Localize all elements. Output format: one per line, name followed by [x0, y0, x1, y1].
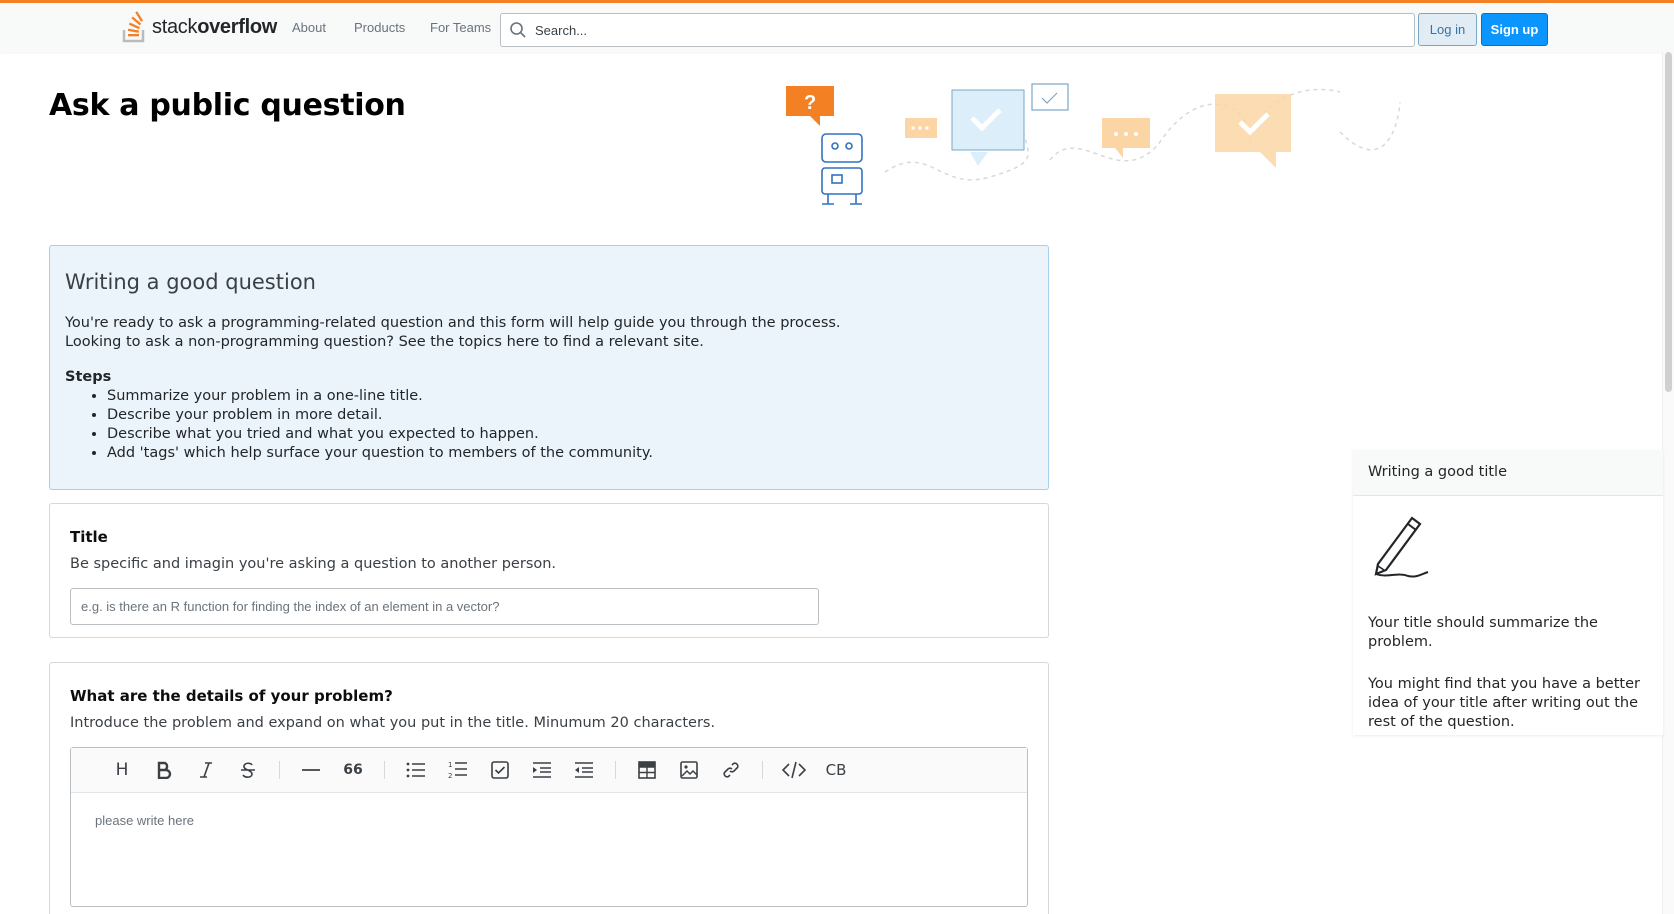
heading-button[interactable]: H: [101, 754, 143, 786]
search-icon: [510, 22, 526, 38]
title-label: Title: [70, 528, 108, 546]
steps-list: Summarize your problem in a one-line tit…: [107, 387, 1033, 463]
svg-text:?: ?: [804, 92, 816, 114]
table-icon: [638, 761, 656, 779]
horizontal-rule-button[interactable]: [290, 754, 332, 786]
bold-icon: [157, 761, 172, 779]
robot-chat-illustration: ?: [786, 83, 1401, 205]
svg-text:1: 1: [448, 761, 452, 769]
indent-icon: [533, 762, 551, 778]
code-button[interactable]: [773, 754, 815, 786]
numbered-list-button[interactable]: 12: [437, 754, 479, 786]
sidebar-body: Your title should summarize the problem.…: [1353, 496, 1663, 773]
title-description: Be specific and imagin you're asking a q…: [70, 556, 557, 572]
checklist-button[interactable]: [479, 754, 521, 786]
heading-icon: H: [115, 760, 129, 780]
bold-button[interactable]: [143, 754, 185, 786]
guide-heading: Writing a good question: [65, 270, 316, 294]
toolbar-divider: [615, 761, 616, 779]
editor-textarea[interactable]: please write here: [71, 793, 1027, 848]
toolbar-divider: [762, 761, 763, 779]
codeblock-button[interactable]: CB: [815, 754, 857, 786]
strikethrough-button[interactable]: [227, 754, 269, 786]
stack-logo-icon: [122, 11, 145, 43]
list-item: Describe your problem in more detail.: [107, 406, 1033, 425]
quote-button[interactable]: 66: [332, 754, 374, 786]
sidebar-heading: Writing a good title: [1353, 450, 1663, 496]
numbered-list-icon: 12: [448, 761, 467, 780]
table-button[interactable]: [626, 754, 668, 786]
markdown-editor: H 66 12 CB please write here: [70, 747, 1028, 907]
italic-button[interactable]: [185, 754, 227, 786]
pencil-icon: [1374, 516, 1429, 578]
login-button[interactable]: Log in: [1418, 13, 1477, 46]
page-title: Ask a public question: [49, 88, 406, 123]
signup-button[interactable]: Sign up: [1481, 13, 1548, 46]
outdent-icon: [575, 762, 593, 778]
sidebar-text-1: Your title should summarize the problem.: [1368, 615, 1598, 650]
image-icon: [680, 761, 698, 779]
link-button[interactable]: [710, 754, 752, 786]
title-tips-sidebar: Writing a good title Your title should s…: [1353, 450, 1663, 735]
horizontal-rule-icon: [302, 769, 320, 771]
steps-title: Steps: [65, 369, 112, 385]
svg-text:2: 2: [448, 772, 452, 780]
top-bar: stackoverflow About Products For Teams L…: [0, 0, 1674, 52]
quote-icon: 66: [343, 762, 363, 778]
list-item: Summarize your problem in a one-line tit…: [107, 387, 1033, 406]
outdent-button[interactable]: [563, 754, 605, 786]
stackoverflow-logo[interactable]: stackoverflow: [122, 11, 277, 43]
list-item: Describe what you tried and what you exp…: [107, 425, 1033, 444]
codeblock-icon: CB: [825, 761, 847, 779]
list-item: Add 'tags' which help surface your quest…: [107, 444, 1033, 463]
title-input[interactable]: [70, 588, 819, 625]
logo-wordmark: stackoverflow: [152, 15, 278, 38]
italic-icon: [200, 762, 212, 778]
details-label: What are the details of your problem?: [70, 687, 393, 705]
search-input[interactable]: [535, 22, 1414, 38]
code-icon: [782, 761, 806, 779]
nav-products[interactable]: Products: [354, 20, 405, 35]
checkbox-icon: [491, 761, 509, 779]
guide-intro-line1: You're ready to ask a programming-relate…: [65, 315, 841, 331]
toolbar-divider: [279, 761, 280, 779]
robot-icon: [821, 133, 863, 205]
title-card: Title Be specific and imagin you're aski…: [49, 503, 1049, 638]
indent-button[interactable]: [521, 754, 563, 786]
scrollbar-thumb[interactable]: [1665, 52, 1672, 392]
editor-toolbar: H 66 12 CB: [71, 748, 1027, 793]
link-icon: [723, 762, 739, 778]
bullet-list-icon: [406, 762, 425, 778]
sidebar-text-2: You might find that you have a better id…: [1368, 676, 1640, 730]
details-description: Introduce the problem and expand on what…: [70, 715, 716, 731]
question-bubble-icon: ?: [786, 86, 834, 126]
nav-for-teams[interactable]: For Teams: [430, 20, 491, 35]
search-box[interactable]: [500, 13, 1415, 47]
nav-about[interactable]: About: [292, 20, 326, 35]
guide-intro-line2: Looking to ask a non-programming questio…: [65, 334, 704, 350]
bullet-list-button[interactable]: [395, 754, 437, 786]
image-button[interactable]: [668, 754, 710, 786]
page-scrollbar[interactable]: [1662, 52, 1674, 914]
details-card: What are the details of your problem? In…: [49, 662, 1049, 914]
strikethrough-icon: [241, 762, 255, 778]
question-guide-panel: Writing a good question You're ready to …: [49, 245, 1049, 490]
toolbar-divider: [384, 761, 385, 779]
